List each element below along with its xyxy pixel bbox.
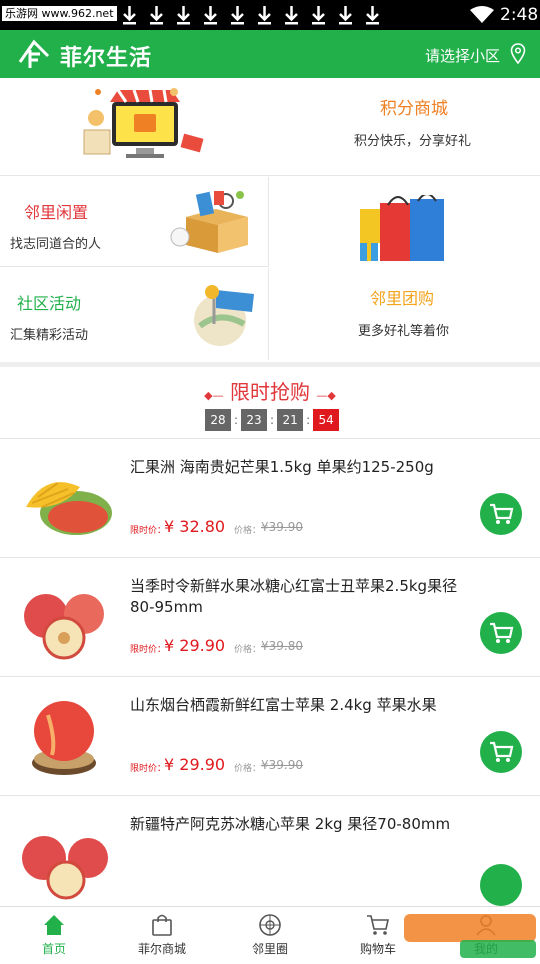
map-pin-illustration — [194, 285, 254, 346]
flash-price-label: 限时价： — [130, 645, 167, 655]
flash-sale-header: ◆— 限时抢购 —◆ 28 : 23 : 21 : 54 — [0, 362, 540, 438]
community-events-card[interactable]: 社区活动 汇集精彩活动 — [0, 268, 269, 360]
app-header: 菲尔生活 请选择小区 — [0, 30, 540, 78]
clock: 2:48 — [500, 5, 539, 25]
download-icon — [282, 4, 301, 26]
product-card[interactable]: 新疆特产阿克苏冰糖心苹果 2kg 果径70-80mm — [0, 795, 540, 906]
tab-neighborhood[interactable]: 邻里圈 — [216, 907, 324, 961]
idle-items-card[interactable]: 邻里闲置 找志同道合的人 — [0, 177, 269, 267]
add-to-cart-button[interactable] — [480, 731, 522, 773]
download-icon — [201, 4, 220, 26]
group-buy-card[interactable]: 邻里团购 更多好礼等着你 — [270, 177, 540, 360]
bag-icon — [152, 914, 172, 936]
tab-label: 邻里圈 — [251, 942, 288, 956]
shopping-bags-illustration — [360, 195, 444, 261]
points-mall-banner[interactable]: 积分商城 积分快乐，分享好礼 — [0, 78, 540, 176]
diamond-icon: ◆ — [204, 389, 213, 402]
flash-sale-title: ◆— 限时抢购 —◆ — [204, 380, 336, 404]
download-icon — [336, 4, 355, 26]
apple-image — [32, 701, 96, 775]
countdown-days: 28 — [205, 409, 231, 431]
group-buy-title: 邻里团购 — [370, 289, 435, 308]
download-icon — [120, 4, 139, 26]
apple-cut-image — [22, 836, 108, 900]
product-card[interactable]: 山东烟台栖霞新鲜红富士苹果 2.4kg 苹果水果 限时价： ¥ 29.90 价格… — [0, 676, 540, 794]
location-pin-icon[interactable] — [510, 43, 526, 65]
app-title: 菲尔生活 — [60, 46, 153, 71]
watermark-text: 乐游网 www.962.net — [2, 6, 117, 21]
original-price-label: 价格： — [234, 645, 262, 655]
tab-mall[interactable]: 菲尔商城 — [108, 907, 216, 961]
site-watermark — [400, 910, 540, 960]
original-price: ¥39.80 — [261, 639, 303, 653]
product-card[interactable]: 汇果洲 海南贵妃芒果1.5kg 单果约125-250g 限时价： ¥ 32.80… — [0, 438, 540, 556]
download-icon — [309, 4, 328, 26]
points-mall-subtitle: 积分快乐，分享好礼 — [354, 134, 472, 149]
cart-icon — [490, 503, 514, 524]
status-bar: 乐游网 www.962.net 2:48 — [0, 0, 540, 30]
community-events-subtitle: 汇集精彩活动 — [10, 328, 89, 343]
product-card[interactable]: 当季时令新鲜水果冰糖心红富士丑苹果2.5kg果径80-95mm 限时价： ¥ 2… — [0, 557, 540, 675]
apple-halves-image — [24, 594, 104, 660]
box-illustration — [170, 191, 248, 253]
countdown-minutes: 21 — [277, 409, 304, 431]
add-to-cart-button[interactable] — [480, 612, 522, 654]
idle-items-title: 邻里闲置 — [24, 203, 89, 222]
original-price: ¥39.90 — [261, 520, 303, 534]
cart-icon — [490, 622, 514, 643]
original-price-label: 价格： — [234, 764, 262, 774]
product-name[interactable]: 新疆特产阿克苏冰糖心苹果 2kg 果径70-80mm — [130, 814, 470, 835]
community-selector[interactable]: 请选择小区 — [425, 45, 500, 66]
download-icon — [147, 4, 166, 26]
group-buy-subtitle: 更多好礼等着你 — [358, 324, 450, 339]
flash-price-label: 限时价： — [130, 764, 167, 774]
wifi-icon — [470, 6, 494, 23]
product-name[interactable]: 当季时令新鲜水果冰糖心红富士丑苹果2.5kg果径80-95mm — [130, 576, 470, 618]
circle-icon — [259, 914, 281, 936]
cart-icon — [367, 915, 389, 935]
tab-label: 菲尔商城 — [137, 942, 186, 956]
original-price-label: 价格： — [234, 526, 262, 536]
download-icon — [174, 4, 193, 26]
watermark-logo — [404, 914, 536, 958]
countdown-timer: 28 : 23 : 21 : 54 — [205, 409, 340, 431]
download-icon — [255, 4, 274, 26]
countdown-colon: : — [306, 413, 311, 427]
add-to-cart-button[interactable] — [480, 493, 522, 535]
countdown-colon: : — [234, 413, 239, 427]
cart-icon — [490, 741, 514, 762]
download-notifications — [120, 4, 382, 26]
logo-icon — [18, 39, 50, 68]
original-price: ¥39.90 — [261, 758, 303, 772]
home-icon — [44, 915, 64, 935]
points-mall-title: 积分商城 — [380, 99, 448, 119]
tab-home[interactable]: 首页 — [0, 907, 108, 961]
countdown-seconds: 54 — [313, 409, 340, 431]
product-name[interactable]: 山东烟台栖霞新鲜红富士苹果 2.4kg 苹果水果 — [130, 695, 470, 716]
diamond-icon: ◆ — [327, 389, 336, 402]
flash-price: ¥ 29.90 — [164, 636, 226, 655]
community-events-title: 社区活动 — [17, 294, 82, 313]
tab-label: 首页 — [41, 942, 66, 956]
countdown-hours: 23 — [241, 409, 268, 431]
download-icon — [228, 4, 247, 26]
idle-items-subtitle: 找志同道合的人 — [10, 237, 102, 252]
add-to-cart-button[interactable] — [480, 864, 522, 906]
points-mall-illustration — [83, 88, 204, 158]
mango-image — [26, 482, 112, 535]
flash-price: ¥ 29.90 — [164, 755, 226, 774]
flash-sale-title-text: 限时抢购 — [230, 380, 310, 404]
flash-price-label: 限时价： — [130, 526, 167, 536]
product-name[interactable]: 汇果洲 海南贵妃芒果1.5kg 单果约125-250g — [130, 457, 470, 478]
countdown-colon: : — [270, 413, 275, 427]
flash-price: ¥ 32.80 — [164, 517, 226, 536]
download-icon — [363, 4, 382, 26]
